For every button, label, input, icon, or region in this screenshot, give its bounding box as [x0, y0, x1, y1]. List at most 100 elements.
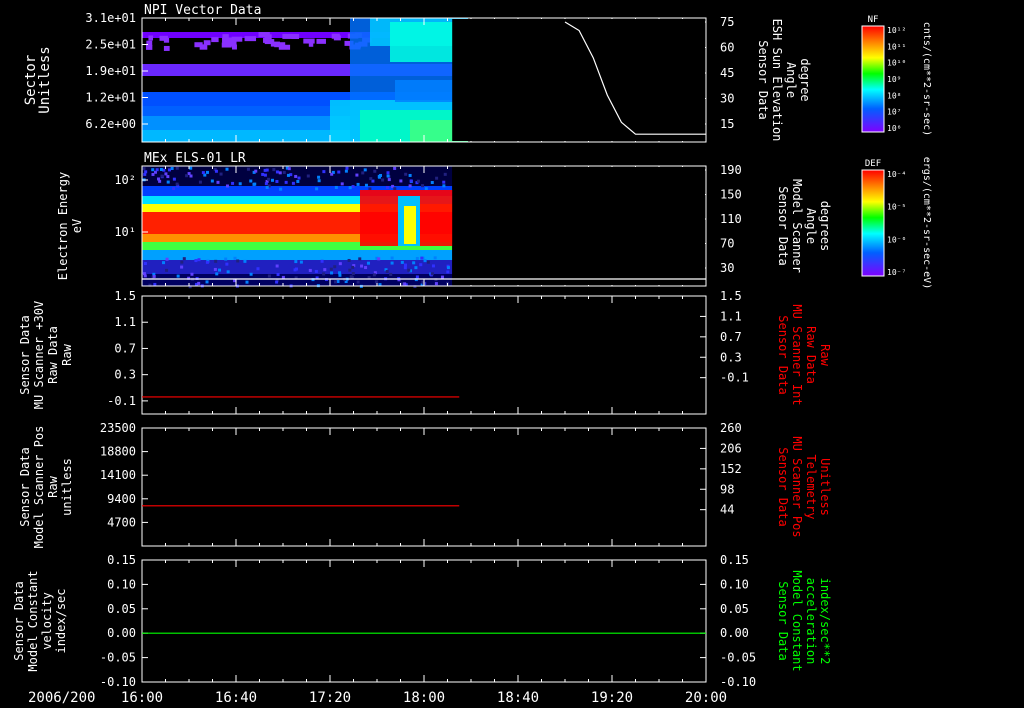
colorbar-tick: 10⁶	[887, 124, 901, 133]
left-axis-label: Raw	[60, 343, 74, 365]
els-noise	[345, 166, 349, 170]
els-noise	[164, 172, 168, 176]
colorbar-gradient	[861, 25, 885, 133]
left-axis-label: Sensor Data	[18, 447, 32, 526]
left-tick-label: 3.1e+01	[85, 11, 136, 25]
els-noise	[284, 180, 288, 184]
els-noise	[143, 262, 147, 266]
els-noise	[347, 258, 351, 262]
els-noise	[172, 187, 176, 191]
els-noise	[385, 270, 389, 274]
els-noise	[275, 280, 279, 284]
els-noise	[360, 264, 364, 268]
els-noise	[408, 173, 412, 177]
els-noise	[166, 180, 170, 184]
els-heatmap	[142, 166, 468, 289]
els-noise	[278, 171, 282, 175]
right-axis-label: Sensor Data	[776, 315, 790, 394]
els-noise	[182, 257, 186, 261]
els-noise	[275, 179, 279, 183]
els-noise	[426, 260, 430, 264]
els-noise	[294, 260, 298, 264]
els-noise	[369, 177, 373, 181]
els-noise	[446, 266, 450, 270]
left-axis-label: Raw	[46, 475, 60, 497]
els-noise	[236, 259, 240, 263]
right-tick-label: 15	[720, 117, 734, 131]
els-noise	[366, 261, 370, 265]
colorbar-unit: cnts/(cm**2-sr-sec)	[921, 22, 932, 136]
els-noise	[412, 261, 416, 265]
npi-speck	[274, 42, 286, 48]
els-noise	[393, 187, 397, 191]
right-tick-label: -0.1	[720, 371, 749, 385]
time-tick-label: 16:00	[121, 690, 163, 706]
right-tick-label: 190	[720, 163, 742, 177]
els-noise	[408, 184, 412, 188]
left-tick-label: -0.05	[100, 651, 136, 665]
els-noise	[165, 268, 169, 272]
npi-speck	[231, 36, 243, 42]
els-noise	[424, 187, 428, 191]
left-tick-label: 10¹	[114, 225, 136, 239]
els-noise	[338, 271, 342, 275]
els-noise	[175, 182, 179, 186]
colorbar-tick: 10¹²	[887, 26, 906, 35]
els-noise	[419, 263, 423, 267]
els-noise	[224, 257, 228, 261]
right-axis-label: Raw	[818, 344, 832, 366]
right-tick-label: 0.3	[720, 350, 742, 364]
right-axis-label: Raw Data	[804, 326, 818, 384]
els-noise	[356, 182, 360, 186]
els-noise	[286, 173, 290, 177]
els-noise	[205, 260, 209, 264]
left-axis-label: unitless	[60, 458, 74, 516]
npi-speck	[200, 44, 207, 50]
colorbar-title: DEF	[865, 159, 881, 169]
panel-frame	[141, 295, 707, 415]
els-noise	[175, 166, 179, 170]
els-noise	[172, 177, 176, 181]
date-label: 2006/200	[28, 690, 95, 706]
multi-panel-plot: NPI Vector Data 3.1e+01 2.5e+01 1.9e+01 1.2e…	[12, 3, 932, 706]
els-noise	[403, 282, 407, 286]
els-noise	[363, 168, 367, 172]
els-noise	[379, 173, 383, 177]
els-noise	[442, 180, 446, 184]
els-noise	[180, 265, 184, 269]
els-noise	[198, 180, 202, 184]
right-axis-label: MU Scanner Int	[790, 304, 804, 405]
no-data-region	[452, 167, 705, 285]
els-noise	[368, 187, 372, 191]
els-noise	[299, 260, 303, 264]
els-noise	[415, 275, 419, 279]
els-noise	[393, 166, 397, 170]
colorbar-gradient	[861, 169, 885, 277]
colorbar-2: DEF 10⁻⁴ 10⁻⁵ 10⁻⁶ 10⁻⁷ ergs/(cm**2-sr-sec-eV…	[861, 157, 932, 289]
els-noise	[219, 172, 223, 176]
els-noise	[421, 184, 425, 188]
els-noise	[390, 256, 394, 260]
els-noise	[275, 170, 279, 174]
els-noise	[261, 172, 265, 176]
time-tick-label: 19:20	[591, 690, 633, 706]
els-noise	[355, 173, 359, 177]
els-noise	[315, 187, 319, 191]
npi-speck	[163, 45, 170, 51]
right-tick-label: 98	[720, 482, 734, 496]
els-noise	[387, 178, 391, 182]
els-noise	[434, 282, 438, 286]
colorbar-unit: ergs/(cm**2-sr-sec-eV)	[921, 157, 932, 289]
els-noise	[320, 259, 324, 263]
els-noise	[317, 179, 321, 183]
right-tick-label: 0.10	[720, 577, 749, 591]
els-noise	[233, 256, 237, 260]
right-tick-label: 152	[720, 462, 742, 476]
els-noise	[407, 268, 411, 272]
right-tick-label: -0.10	[720, 675, 756, 689]
npi-speck	[303, 38, 315, 44]
els-noise	[249, 272, 253, 276]
els-noise	[218, 268, 222, 272]
left-tick-label: 4700	[107, 515, 136, 529]
right-tick-label: 0.7	[720, 330, 742, 344]
